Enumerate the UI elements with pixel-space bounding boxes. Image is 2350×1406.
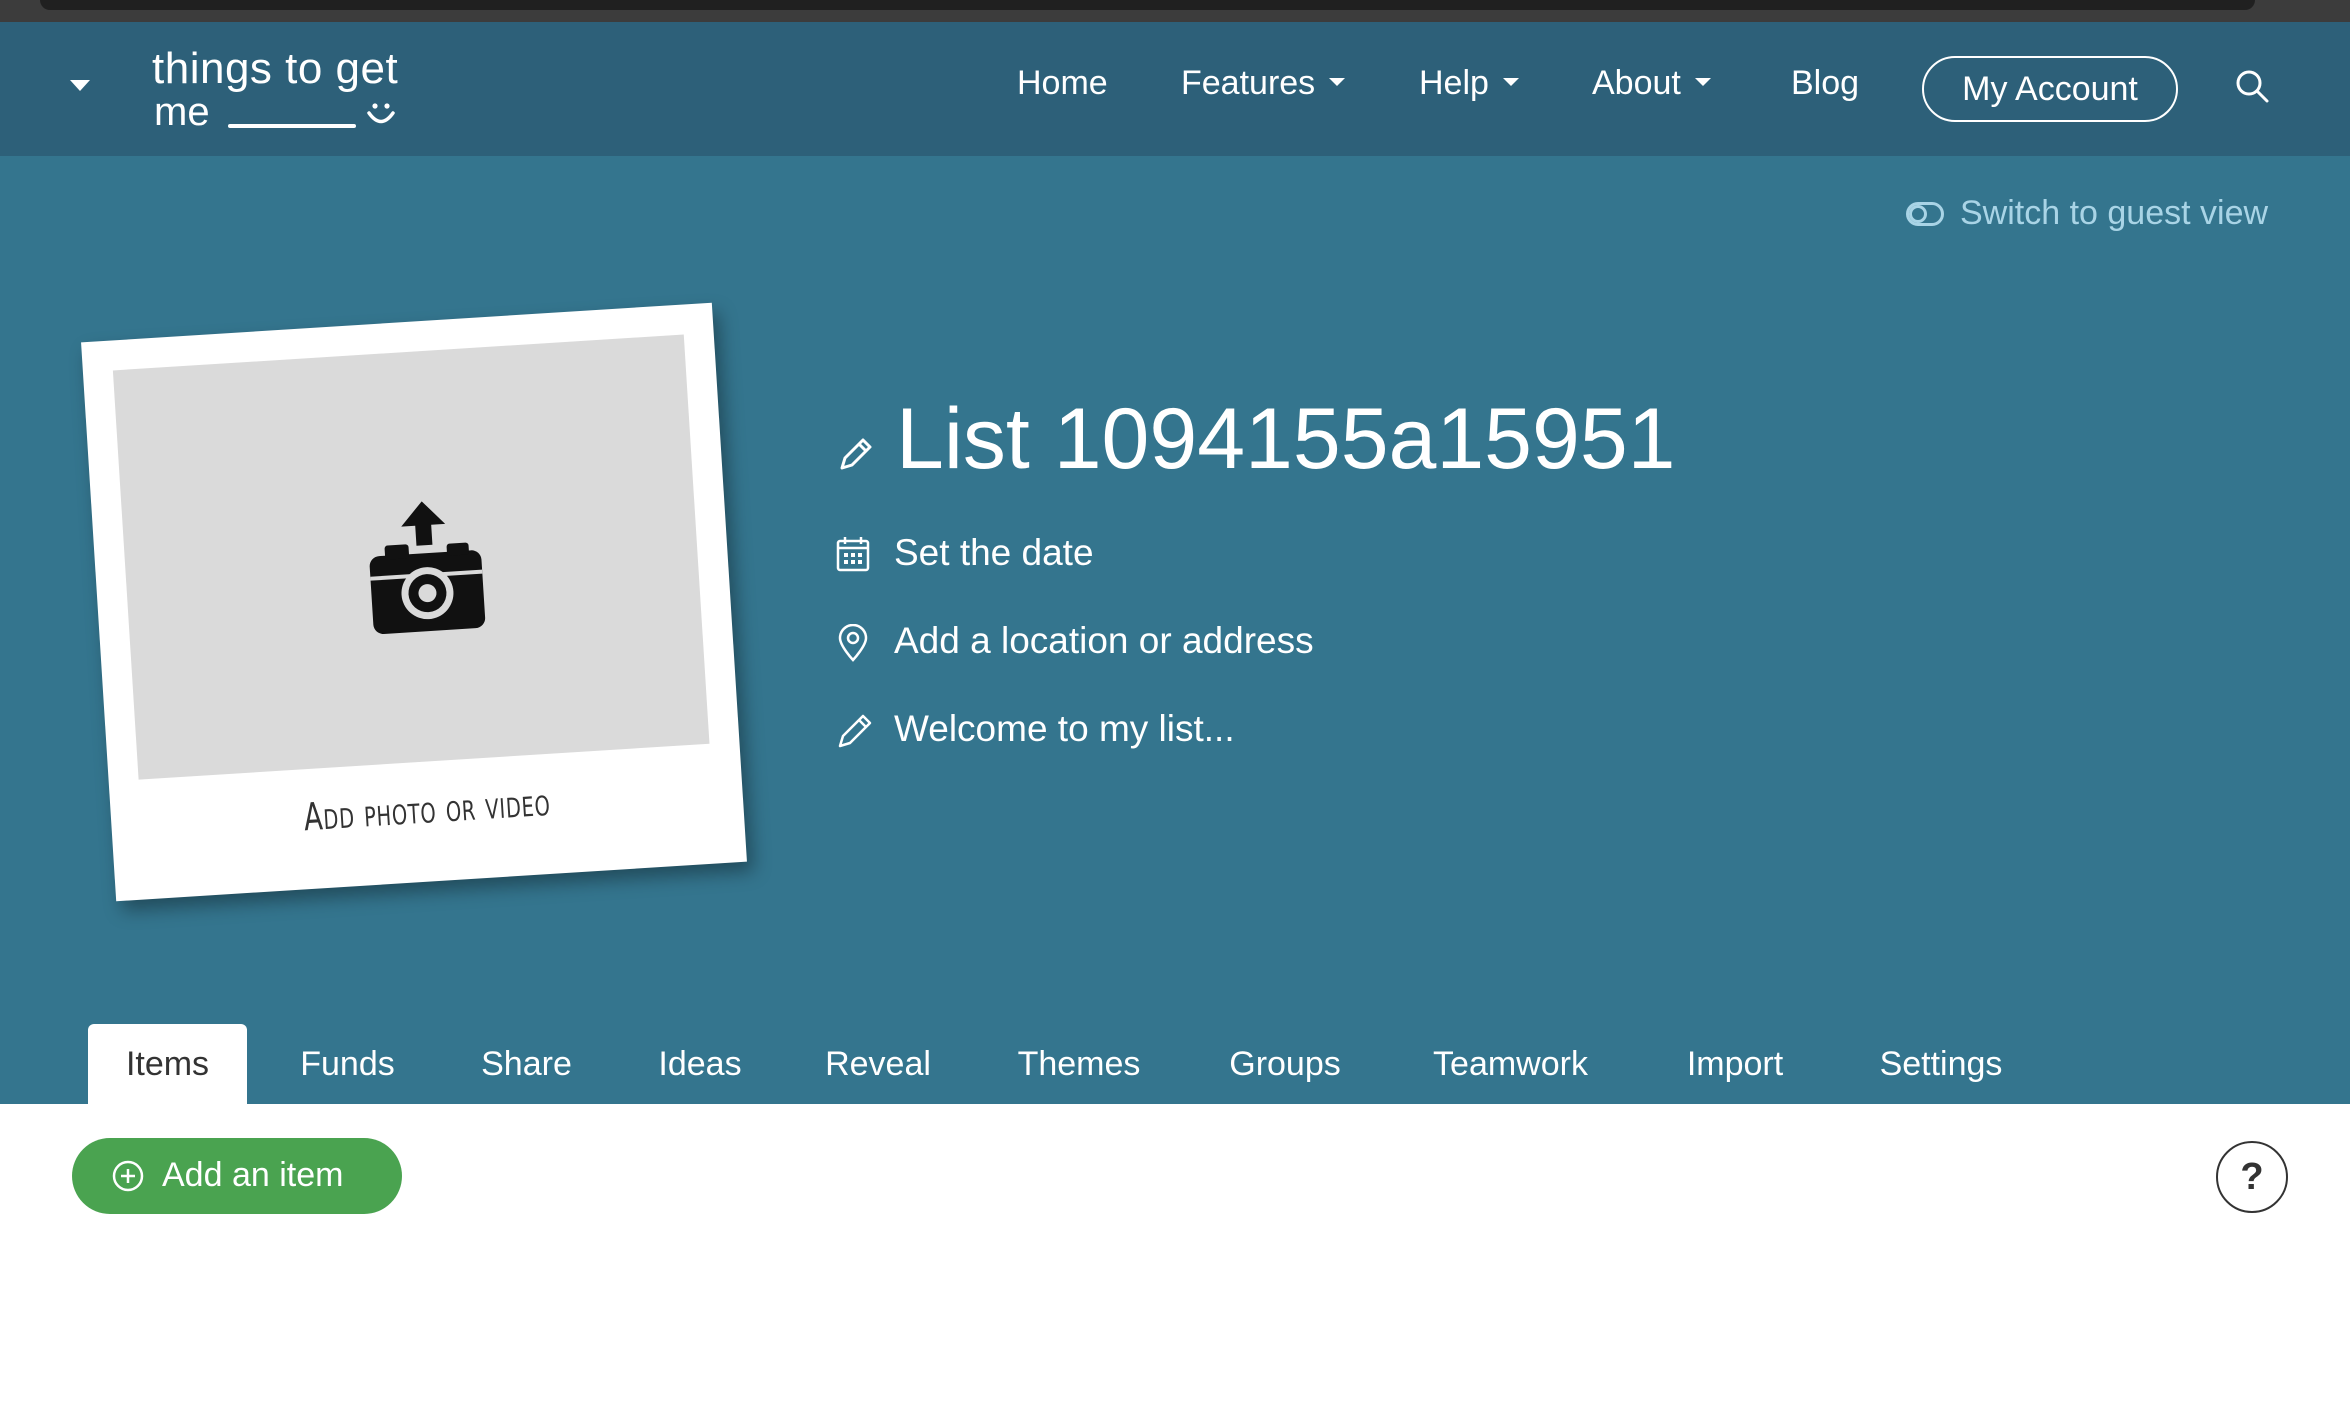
caret-down-icon — [1329, 78, 1346, 87]
nav-features[interactable]: Features — [1181, 64, 1346, 103]
nav-help-label: Help — [1419, 64, 1489, 102]
set-date-label: Set the date — [894, 532, 1094, 573]
add-item-button[interactable]: Add an item — [72, 1138, 402, 1214]
nav-features-label: Features — [1181, 64, 1316, 102]
photo-caption: Add photo or video — [302, 779, 552, 840]
tab-funds[interactable]: Funds — [280, 1024, 415, 1104]
help-button[interactable]: ? — [2216, 1141, 2288, 1213]
browser-chrome-edge — [40, 0, 2255, 10]
photo-placeholder — [112, 334, 710, 780]
browser-top-strip — [0, 0, 2350, 22]
plus-circle-icon — [112, 1160, 144, 1192]
tab-themes[interactable]: Themes — [995, 1024, 1163, 1104]
smiley-icon — [367, 103, 395, 124]
tab-items[interactable]: Items — [88, 1024, 247, 1104]
nav-about[interactable]: About — [1592, 64, 1711, 103]
tab-share[interactable]: Share — [460, 1024, 593, 1104]
nav-home[interactable]: Home — [1017, 64, 1108, 103]
welcome-label: Welcome to my list... — [894, 708, 1235, 749]
camera-upload-icon — [369, 501, 486, 634]
add-photo-card[interactable]: Add photo or video — [81, 302, 747, 902]
add-item-label: Add an item — [162, 1156, 344, 1194]
tab-teamwork[interactable]: Teamwork — [1410, 1024, 1611, 1104]
tab-groups[interactable]: Groups — [1205, 1024, 1365, 1104]
menu-toggle-button[interactable] — [60, 66, 100, 106]
nav-about-label: About — [1592, 64, 1681, 102]
caret-down-icon — [70, 80, 90, 91]
location-label: Add a location or address — [894, 620, 1314, 661]
logo-line-1: things to get — [152, 44, 399, 93]
caret-down-icon — [1502, 78, 1519, 87]
nav-blog[interactable]: Blog — [1791, 64, 1859, 103]
toggle-icon — [1906, 202, 1944, 226]
search-button[interactable] — [2234, 68, 2274, 108]
edit-pencil-icon — [838, 714, 872, 748]
caret-down-icon — [1694, 78, 1711, 87]
tab-ideas[interactable]: Ideas — [635, 1024, 765, 1104]
logo-line-2: me — [154, 90, 210, 134]
site-logo[interactable]: things to get me — [152, 44, 412, 140]
guest-view-label: Switch to guest view — [1960, 194, 2269, 232]
list-title[interactable]: List 1094155a15951 — [896, 390, 1676, 489]
my-account-button[interactable]: My Account — [1922, 56, 2178, 122]
nav-home-label: Home — [1017, 64, 1108, 102]
logo-blank-line — [228, 124, 356, 128]
tab-import[interactable]: Import — [1660, 1024, 1810, 1104]
location-pin-icon — [838, 624, 868, 662]
edit-pencil-icon[interactable] — [836, 436, 874, 474]
tab-reveal[interactable]: Reveal — [808, 1024, 948, 1104]
nav-help[interactable]: Help — [1419, 64, 1519, 103]
nav-blog-label: Blog — [1791, 64, 1860, 102]
search-icon — [2236, 70, 2269, 103]
tab-settings[interactable]: Settings — [1860, 1024, 2022, 1104]
calendar-icon — [836, 537, 870, 572]
